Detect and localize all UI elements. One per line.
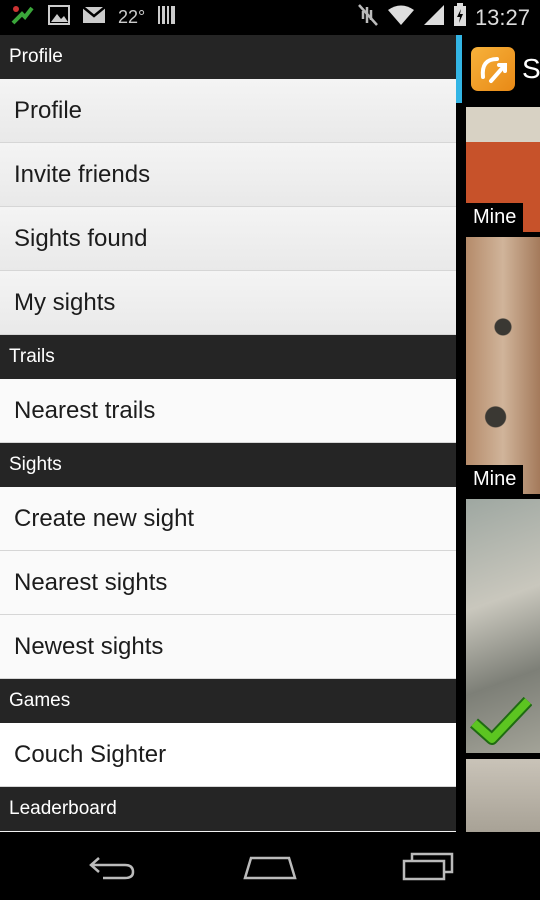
- section-header-leaderboard: Leaderboard: [0, 787, 456, 831]
- back-icon: [89, 857, 135, 880]
- main-content: Si Mine Mine: [456, 35, 540, 832]
- sight-thumbnail[interactable]: Mine: [466, 237, 540, 494]
- checkmark-icon: [470, 696, 533, 750]
- navigation-drawer: Profile Profile Invite friends Sights fo…: [0, 35, 456, 832]
- wifi-icon: [387, 4, 415, 31]
- menu-item-couch-sighter[interactable]: Couch Sighter: [0, 723, 456, 787]
- recents-button[interactable]: [398, 846, 458, 886]
- fake-gps-icon: [10, 3, 36, 32]
- status-bar: 22° 13:27: [0, 0, 540, 35]
- battery-icon: [453, 3, 467, 32]
- drawer-indicator: [456, 35, 462, 103]
- home-button[interactable]: [240, 846, 300, 886]
- section-header-trails: Trails: [0, 335, 456, 379]
- mine-badge: Mine: [466, 465, 524, 494]
- app-logo-icon[interactable]: [471, 47, 515, 91]
- clock-text: 13:27: [474, 4, 530, 30]
- menu-item-nearest-sights[interactable]: Nearest sights: [0, 551, 456, 615]
- temperature-text: 22°: [118, 7, 146, 27]
- sight-thumbnail[interactable]: Mine: [466, 107, 540, 232]
- menu-item-nearest-trails[interactable]: Nearest trails: [0, 379, 456, 443]
- navigation-bar: [0, 832, 540, 900]
- sight-thumbnail[interactable]: [466, 759, 540, 832]
- app-title: Si: [522, 53, 540, 84]
- section-header-sights: Sights: [0, 443, 456, 487]
- back-button[interactable]: [82, 846, 142, 886]
- signal-icon: [423, 4, 445, 31]
- mine-badge: Mine: [466, 203, 524, 232]
- menu-item-create-new-sight[interactable]: Create new sight: [0, 487, 456, 551]
- recents-icon: [402, 852, 454, 881]
- action-bar[interactable]: Si: [456, 35, 540, 103]
- mute-icon: [357, 3, 379, 32]
- gmail-icon: [82, 6, 106, 29]
- menu-item-newest-sights[interactable]: Newest sights: [0, 615, 456, 679]
- menu-item-profile[interactable]: Profile: [0, 79, 456, 143]
- menu-item-my-sights[interactable]: My sights: [0, 271, 456, 335]
- section-header-games: Games: [0, 679, 456, 723]
- section-header-profile: Profile: [0, 35, 456, 79]
- barcode-icon: [157, 5, 177, 30]
- sight-thumbnail[interactable]: [466, 499, 540, 753]
- menu-item-invite-friends[interactable]: Invite friends: [0, 143, 456, 207]
- image-icon: [48, 5, 70, 30]
- menu-item-sights-found[interactable]: Sights found: [0, 207, 456, 271]
- home-icon: [243, 856, 297, 880]
